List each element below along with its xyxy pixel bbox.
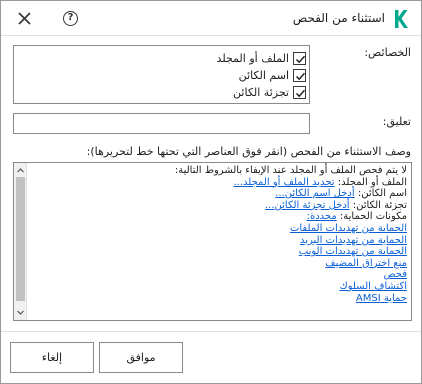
property-label: تجزئة الكائن: [233, 86, 289, 99]
component-web-threat-protection[interactable]: الحماية من تهديدات الويب: [299, 246, 407, 257]
name-label: اسم الكائن:: [357, 188, 407, 200]
checkbox[interactable]: [293, 86, 306, 99]
cancel-button[interactable]: إلغاء: [10, 342, 94, 373]
description-header: لا يتم فحص الملف أو المجلد عند الإيفاء ب…: [174, 165, 407, 176]
component-file-threat-protection[interactable]: الحماية من تهديدات الملفات: [290, 223, 407, 234]
title-bar: استثناء من الفحص ?: [1, 1, 421, 36]
property-label: اسم الكائن: [238, 69, 289, 82]
exclusion-dialog: استثناء من الفحص ? الخصائص: الملف أو الم…: [0, 0, 422, 384]
close-icon[interactable]: [16, 10, 33, 27]
scroll-up-icon[interactable]: [16, 166, 25, 175]
checkbox[interactable]: [293, 52, 306, 65]
dialog-footer: موافق إلغاء: [1, 331, 421, 383]
checkmark-icon: [295, 72, 306, 81]
property-object-name[interactable]: اسم الكائن: [239, 68, 306, 83]
file-label: الملف أو المجلد:: [337, 176, 407, 188]
select-file-link[interactable]: تحديد الملف أو المجلد...: [233, 177, 334, 188]
description-box: لا يتم فحص الملف أو المجلد عند الإيفاء ب…: [13, 162, 412, 321]
checkbox[interactable]: [293, 69, 306, 82]
component-host-intrusion-prevention[interactable]: منع اختراق المضيف: [325, 258, 407, 269]
hash-condition: تجزئة الكائن: أدخل تجزئة الكائن...: [28, 200, 407, 212]
property-label: الملف أو المجلد: [216, 52, 289, 65]
ok-button[interactable]: موافق: [99, 342, 183, 373]
checkmark-icon: [295, 55, 306, 64]
comment-label: تعليق:: [382, 115, 411, 128]
property-file-folder[interactable]: الملف أو المجلد: [217, 51, 306, 66]
window-title: استثناء من الفحص: [292, 11, 385, 25]
description-label: وصف الاستثناء من الفحص (انقر فوق العناصر…: [86, 145, 411, 158]
properties-label: الخصائص:: [364, 46, 411, 59]
name-condition: اسم الكائن: أدخل اسم الكائن...: [28, 188, 407, 200]
enter-hash-link[interactable]: أدخل تجزئة الكائن...: [265, 200, 350, 211]
comment-input[interactable]: [13, 113, 310, 134]
help-button[interactable]: ?: [63, 11, 78, 26]
components-label: مكونات الحماية:: [339, 211, 407, 223]
component-behavior-detection[interactable]: اكتشاف السلوك: [339, 281, 407, 292]
scroll-thumb[interactable]: [16, 177, 25, 301]
help-icon: ?: [67, 12, 74, 23]
vertical-scrollbar[interactable]: [14, 163, 27, 320]
component-amsi-protection[interactable]: حماية AMSI: [356, 293, 407, 304]
property-object-hash[interactable]: تجزئة الكائن: [233, 85, 306, 100]
file-condition: الملف أو المجلد: تحديد الملف أو المجلد..…: [28, 177, 407, 189]
hash-label: تجزئة الكائن:: [352, 199, 407, 211]
component-scan[interactable]: فحص: [384, 269, 408, 280]
description-content: لا يتم فحص الملف أو المجلد عند الإيفاء ب…: [28, 165, 407, 304]
components-selected-link[interactable]: محددة:: [307, 211, 337, 222]
enter-name-link[interactable]: أدخل اسم الكائن...: [275, 188, 354, 199]
components-condition: مكونات الحماية: محددة:: [28, 211, 407, 223]
scroll-down-icon[interactable]: [16, 308, 25, 317]
checkmark-icon: [295, 89, 306, 98]
properties-list: الملف أو المجلد اسم الكائن تجزئة الكائن: [13, 45, 310, 104]
kaspersky-k-icon: [395, 10, 408, 28]
component-mail-threat-protection[interactable]: الحماية من تهديدات البريد: [300, 235, 407, 246]
